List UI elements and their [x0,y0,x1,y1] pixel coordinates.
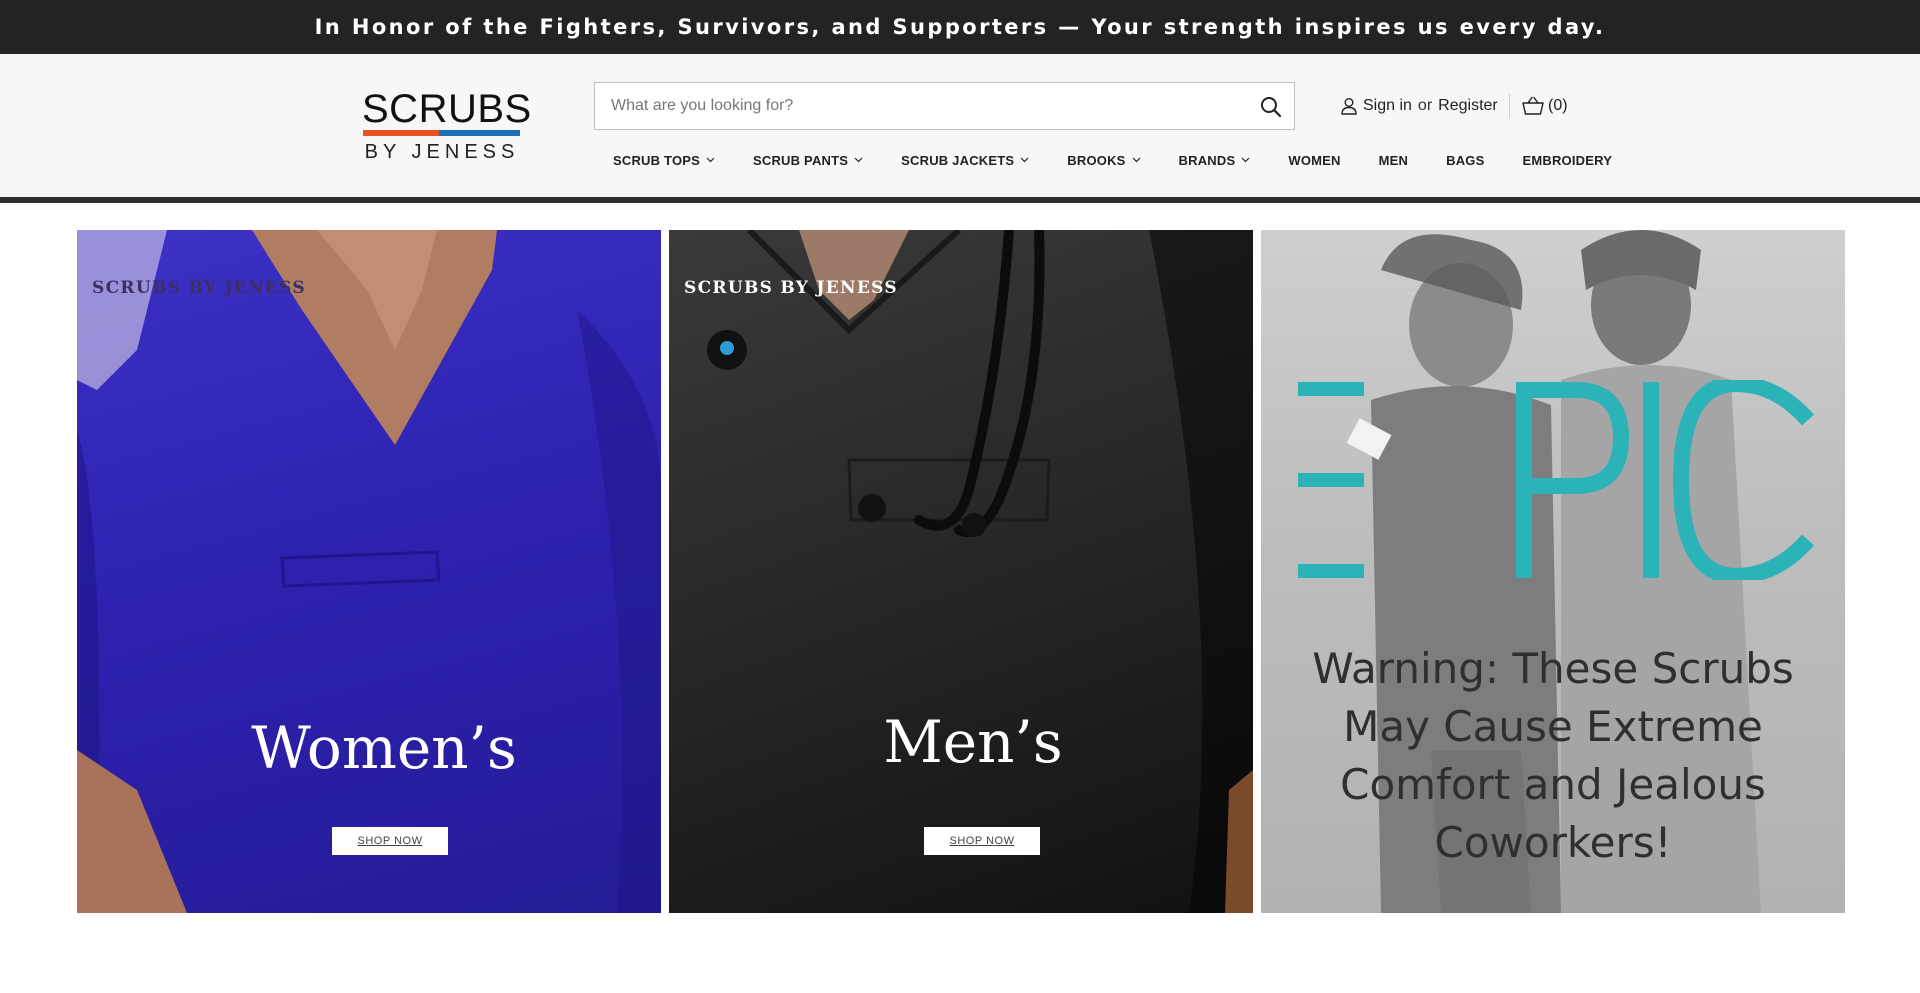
cart-count: (0) [1548,97,1568,114]
cart-button[interactable]: (0) [1522,96,1568,116]
epic-promo-tile[interactable]: Warning: These Scrubs May Cause Extreme … [1261,230,1845,913]
chevron-down-icon [706,157,715,163]
epic-tagline: Warning: These Scrubs May Cause Extreme … [1312,644,1794,867]
sign-in-link[interactable]: Sign in [1363,97,1412,115]
womens-hero-tile[interactable]: SCRUBS BY JENESS Women’s SHOP NOW [77,230,661,913]
basket-icon [1522,96,1544,116]
chevron-down-icon [1132,157,1141,163]
chevron-down-icon [1241,157,1250,163]
mens-shop-now-button[interactable]: SHOP NOW [924,827,1040,855]
announcement-text: In Honor of the Fighters, Survivors, and… [314,15,1606,39]
header-separator [1509,94,1510,118]
mens-brand-tag: SCRUBS BY JENESS [684,278,898,298]
mens-title: Men’s [883,708,1063,776]
model-neckline [77,230,661,913]
search-bar [594,82,1295,130]
nav-label: SCRUB JACKETS [901,152,1015,168]
nav-label: SCRUB PANTS [753,152,849,168]
header-divider [0,197,1920,203]
chevron-down-icon [1020,157,1029,163]
nav-label: BAGS [1446,152,1485,168]
womens-shop-now-button[interactable]: SHOP NOW [332,827,448,855]
nav-brooks[interactable]: BROOKS [1048,153,1159,168]
search-input[interactable] [595,83,1235,129]
chevron-down-icon [854,157,863,163]
nav-scrub-tops[interactable]: SCRUB TOPS [594,153,734,168]
womens-title: Women’s [251,714,517,782]
logo-blue-bar [439,130,520,136]
nav-label: BRANDS [1178,152,1236,168]
nav-brands[interactable]: BRANDS [1160,153,1270,168]
nav-scrub-pants[interactable]: SCRUB PANTS [734,153,882,168]
womens-brand-tag: SCRUBS BY JENESS [92,278,306,298]
search-icon [1261,97,1282,118]
epic-logo [1298,380,1814,580]
nav-scrub-jackets[interactable]: SCRUB JACKETS [882,153,1048,168]
or-text: or [1417,97,1433,114]
nav-bags[interactable]: BAGS [1427,153,1503,168]
search-button[interactable] [1258,94,1284,120]
nav-label: MEN [1378,152,1409,168]
site-logo[interactable]: SCRUBS BY JENESS [362,87,532,165]
nav-men[interactable]: MEN [1360,153,1428,168]
nav-label: SCRUB TOPS [613,152,700,168]
account-links: Sign in or Register [1340,96,1498,116]
mens-hero-tile[interactable]: SCRUBS BY JENESS Men’s SHOP NOW [669,230,1253,913]
logo-orange-bar [363,130,439,136]
nav-embroidery[interactable]: EMBROIDERY [1503,153,1631,168]
nav-women[interactable]: WOMEN [1269,153,1359,168]
nav-label: EMBROIDERY [1522,152,1613,168]
register-link[interactable]: Register [1438,97,1498,115]
user-icon [1340,97,1358,115]
logo-wordmark: SCRUBS [362,87,532,131]
logo-subtitle: BY JENESS [364,141,520,163]
nav-label: BROOKS [1067,152,1126,168]
announcement-bar: In Honor of the Fighters, Survivors, and… [0,0,1920,54]
nav-label: WOMEN [1288,152,1341,168]
main-navigation: SCRUB TOPS SCRUB PANTS SCRUB JACKETS BRO… [594,148,1612,172]
model-stethoscope [707,230,1253,913]
